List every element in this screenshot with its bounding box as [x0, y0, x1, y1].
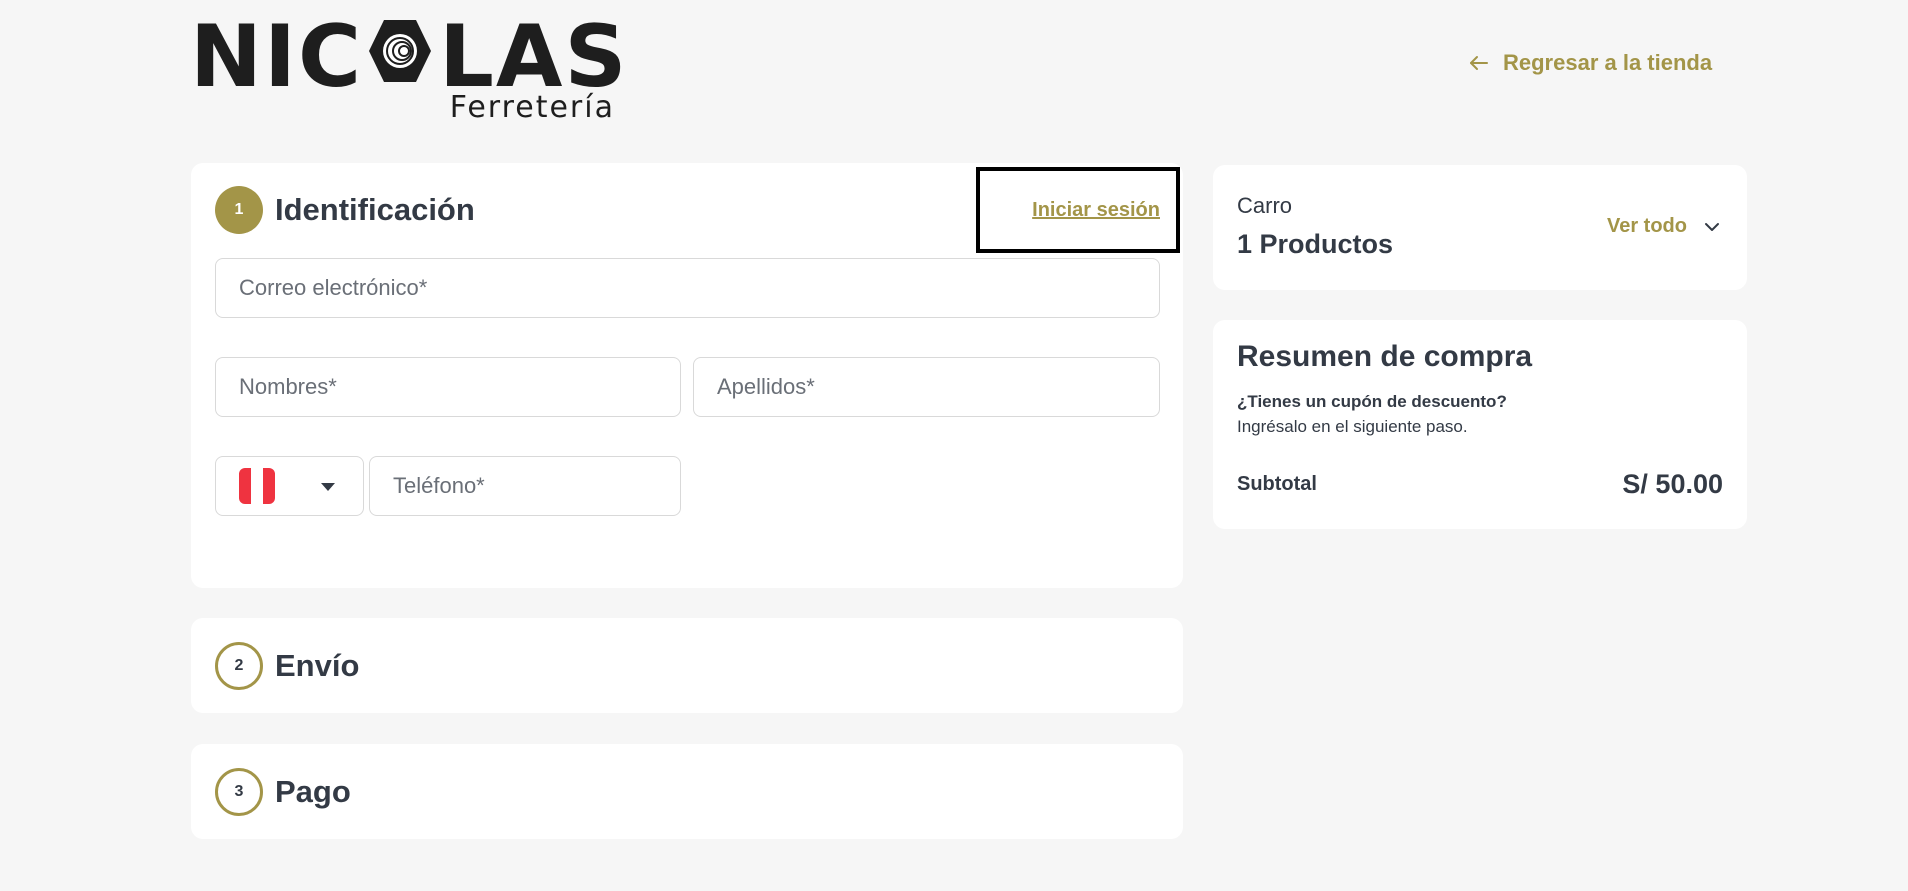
coupon-question: ¿Tienes un cupón de descuento?: [1237, 392, 1507, 411]
login-link[interactable]: Iniciar sesión: [1032, 199, 1160, 222]
summary-title: Resumen de compra: [1237, 340, 1533, 373]
payment-card[interactable]: 3 Pago: [191, 744, 1183, 839]
caret-down-icon: [321, 483, 335, 491]
step-number-1: 1: [215, 186, 263, 234]
logo-subtitle: Ferretería: [449, 90, 615, 125]
identification-title: Identificación: [275, 192, 475, 227]
arrow-left-icon: [1470, 56, 1488, 70]
payment-header: 3 Pago: [215, 768, 351, 816]
cart-card: Carro 1 Productos Ver todo: [1213, 165, 1747, 290]
cart-count: 1 Productos: [1237, 229, 1394, 259]
brand-logo[interactable]: NIC LAS Ferretería: [190, 14, 626, 125]
cart-label: Carro: [1237, 193, 1293, 218]
logo-wordmark: NIC LAS: [190, 14, 628, 100]
chevron-down-icon: [1705, 222, 1719, 231]
back-to-store-link[interactable]: Regresar a la tienda: [1467, 50, 1712, 76]
identification-card: 1 Identificación Iniciar sesión: [191, 163, 1183, 588]
phone-field[interactable]: [369, 456, 681, 516]
first-name-field[interactable]: [215, 357, 681, 417]
login-highlight-box: Iniciar sesión: [976, 167, 1180, 253]
identification-header: 1 Identificación: [215, 186, 475, 234]
view-all-button[interactable]: Ver todo: [1607, 215, 1721, 238]
view-all-label: Ver todo: [1606, 215, 1687, 237]
payment-title: Pago: [275, 774, 351, 809]
purchase-summary-card: Resumen de compra ¿Tienes un cupón de de…: [1213, 320, 1747, 529]
logo-text-left: NIC: [190, 7, 364, 107]
back-to-store-label: Regresar a la tienda: [1503, 50, 1713, 75]
country-code-select[interactable]: [215, 456, 364, 516]
shipping-title: Envío: [275, 648, 360, 683]
email-field[interactable]: [215, 258, 1160, 318]
coupon-hint: Ingrésalo en el siguiente paso.: [1237, 417, 1468, 436]
step-number-2: 2: [215, 642, 263, 690]
peru-flag-icon: [239, 468, 275, 504]
subtotal-value: S/ 50.00: [1622, 469, 1723, 499]
step-number-3: 3: [215, 768, 263, 816]
shipping-header: 2 Envío: [215, 642, 359, 690]
hex-nut-icon: [369, 20, 432, 82]
last-name-field[interactable]: [693, 357, 1160, 417]
shipping-card[interactable]: 2 Envío: [191, 618, 1183, 713]
logo-text-right: LAS: [439, 7, 629, 107]
subtotal-label: Subtotal: [1237, 473, 1317, 495]
